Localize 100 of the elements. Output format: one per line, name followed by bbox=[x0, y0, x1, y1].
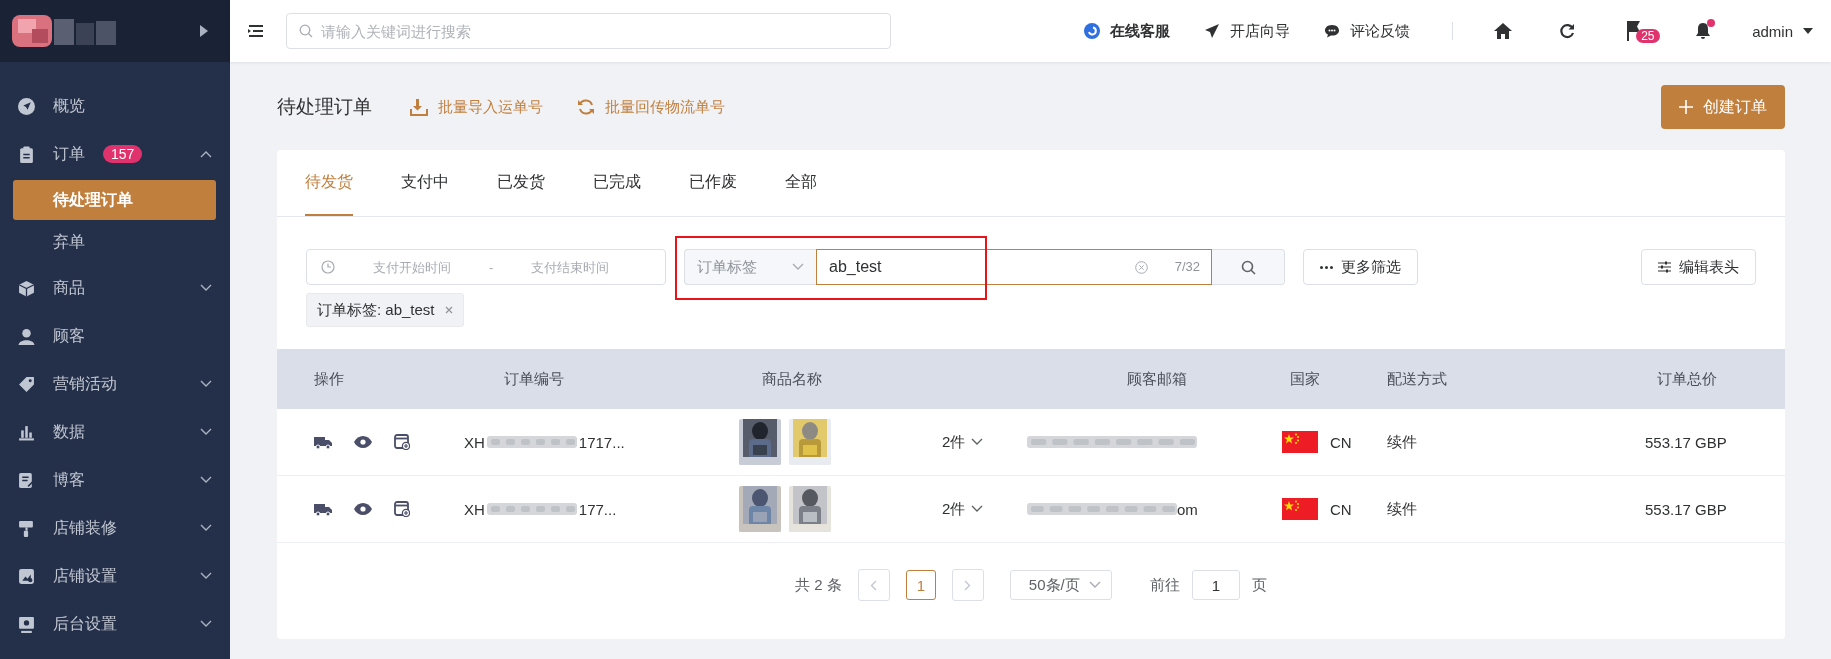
sidebar-item[interactable]: 商品 bbox=[0, 264, 230, 312]
download-icon bbox=[410, 98, 428, 116]
chevron-down-icon bbox=[1088, 581, 1101, 589]
sidebar-item[interactable]: 顾客 bbox=[0, 312, 230, 360]
menu-icon[interactable] bbox=[248, 24, 264, 38]
sidebar-item[interactable]: 概览 bbox=[0, 82, 230, 130]
bell-icon bbox=[1695, 22, 1712, 40]
bell-button[interactable] bbox=[1695, 22, 1712, 40]
column-header: 商品名称 bbox=[761, 368, 823, 389]
order-total: 553.17 GBP bbox=[1645, 433, 1727, 451]
add-window-icon[interactable] bbox=[394, 501, 410, 517]
sidebar-item[interactable]: 数据 bbox=[0, 408, 230, 456]
goto-label: 前往 bbox=[1149, 575, 1180, 595]
sidebar-subitem[interactable]: 弃单 bbox=[13, 222, 216, 262]
truck-icon[interactable] bbox=[314, 502, 332, 516]
nav-link[interactable]: 开店向导 bbox=[1204, 21, 1291, 41]
sidebar-item[interactable]: 营销活动 bbox=[0, 360, 230, 408]
column-header: 订单编号 bbox=[503, 368, 565, 389]
order-total: 553.17 GBP bbox=[1645, 500, 1727, 518]
flag-icon[interactable] bbox=[1626, 21, 1643, 41]
eye-icon[interactable] bbox=[354, 436, 372, 448]
column-header: 配送方式 bbox=[1387, 368, 1448, 389]
user-menu[interactable]: admin bbox=[1752, 22, 1813, 40]
truck-icon[interactable] bbox=[314, 435, 332, 449]
order-number-suffix: 177... bbox=[578, 500, 617, 518]
more-filters-button[interactable]: 更多筛选 bbox=[1303, 249, 1418, 285]
sidebar-item[interactable]: 店铺设置 bbox=[0, 552, 230, 600]
chevron-down-icon bbox=[971, 505, 984, 513]
headset-icon bbox=[1084, 23, 1101, 39]
chevron-down-icon bbox=[200, 476, 212, 484]
page-title: 待处理订单 bbox=[277, 95, 372, 119]
search-field[interactable]: 请输入关键词进行搜索 bbox=[286, 13, 891, 49]
order-number-prefix: XH bbox=[464, 500, 485, 518]
column-header: 订单总价 bbox=[1656, 368, 1718, 389]
eye-icon[interactable] bbox=[354, 503, 372, 515]
flag-icon bbox=[1282, 498, 1318, 520]
filter-chip[interactable]: 订单标签: ab_test bbox=[306, 293, 464, 327]
search-icon bbox=[1240, 259, 1256, 275]
tab[interactable]: 支付中 bbox=[401, 150, 449, 216]
tab[interactable]: 已完成 bbox=[593, 150, 641, 216]
sidebar-label: 营销活动 bbox=[53, 373, 117, 394]
tab[interactable]: 全部 bbox=[785, 150, 817, 216]
page-input[interactable]: 1 bbox=[1191, 570, 1240, 600]
character-count: 7/32 bbox=[1174, 259, 1200, 274]
clock-icon bbox=[321, 260, 335, 274]
sidebar-label: 顾客 bbox=[53, 325, 85, 346]
sidebar-item[interactable]: 订单 157 bbox=[0, 130, 230, 178]
refresh-icon[interactable] bbox=[1559, 23, 1576, 39]
chevron-down-icon bbox=[792, 263, 804, 271]
chevron-up-icon bbox=[200, 150, 212, 158]
caret-down-icon bbox=[1803, 28, 1813, 34]
close-icon[interactable] bbox=[444, 306, 453, 314]
order-number-prefix: XH bbox=[464, 433, 485, 451]
monitor-icon bbox=[18, 615, 35, 633]
sidebar-item[interactable]: 店铺装修 bbox=[0, 504, 230, 552]
page-size-select[interactable]: 50条/页 bbox=[1009, 570, 1112, 600]
edit-columns-button[interactable]: 编辑表头 bbox=[1641, 249, 1756, 285]
page-button[interactable]: 1 bbox=[905, 570, 936, 600]
nav-link[interactable]: 在线客服 bbox=[1084, 21, 1171, 41]
sidebar-label: 店铺设置 bbox=[53, 565, 117, 586]
chevron-down-icon bbox=[200, 620, 212, 628]
image-icon bbox=[18, 567, 35, 585]
quantity-dropdown[interactable]: 2件 bbox=[942, 499, 984, 519]
chevron-down-icon bbox=[200, 524, 212, 532]
sidebar-label: 商品 bbox=[53, 277, 85, 298]
caret-right-icon[interactable] bbox=[200, 25, 208, 37]
count-badge: 157 bbox=[103, 145, 143, 163]
sidebar-label: 概览 bbox=[53, 95, 85, 116]
add-window-icon[interactable] bbox=[394, 434, 410, 450]
refresh-icon bbox=[577, 98, 595, 116]
tab[interactable]: 已发货 bbox=[497, 150, 545, 216]
chat-bubble-icon bbox=[1324, 23, 1341, 39]
tag-icon bbox=[18, 375, 35, 393]
chevron-down-icon bbox=[971, 438, 984, 446]
quantity-dropdown[interactable]: 2件 bbox=[942, 432, 984, 452]
ellipsis-icon bbox=[1320, 265, 1333, 269]
sliders-icon bbox=[1658, 261, 1671, 273]
paper-plane-icon bbox=[1204, 23, 1221, 39]
total-count: 共 2 条 bbox=[795, 575, 842, 595]
column-header: 国家 bbox=[1289, 368, 1321, 389]
shipping-method: 续件 bbox=[1387, 499, 1417, 519]
sidebar-item[interactable]: 博客 bbox=[0, 456, 230, 504]
column-header: 顾客邮箱 bbox=[1126, 368, 1188, 389]
country-code: CN bbox=[1330, 500, 1352, 518]
chevron-down-icon bbox=[200, 428, 212, 436]
shipping-method: 续件 bbox=[1387, 432, 1417, 452]
sidebar-item[interactable]: 后台设置 bbox=[0, 600, 230, 648]
column-header: 操作 bbox=[313, 368, 345, 389]
note-icon bbox=[18, 471, 35, 489]
tab[interactable]: 已作废 bbox=[689, 150, 737, 216]
paint-roller-icon bbox=[18, 519, 35, 537]
bar-chart-icon bbox=[18, 423, 35, 441]
chevron-down-icon bbox=[200, 572, 212, 580]
home-icon[interactable] bbox=[1494, 23, 1513, 39]
clipboard-icon bbox=[18, 145, 35, 163]
chevron-down-icon bbox=[200, 380, 212, 388]
page-unit: 页 bbox=[1251, 575, 1267, 595]
sidebar-label: 博客 bbox=[53, 469, 85, 490]
nav-link[interactable]: 评论反馈 bbox=[1324, 21, 1411, 41]
sidebar-label: 订单 bbox=[53, 143, 85, 164]
